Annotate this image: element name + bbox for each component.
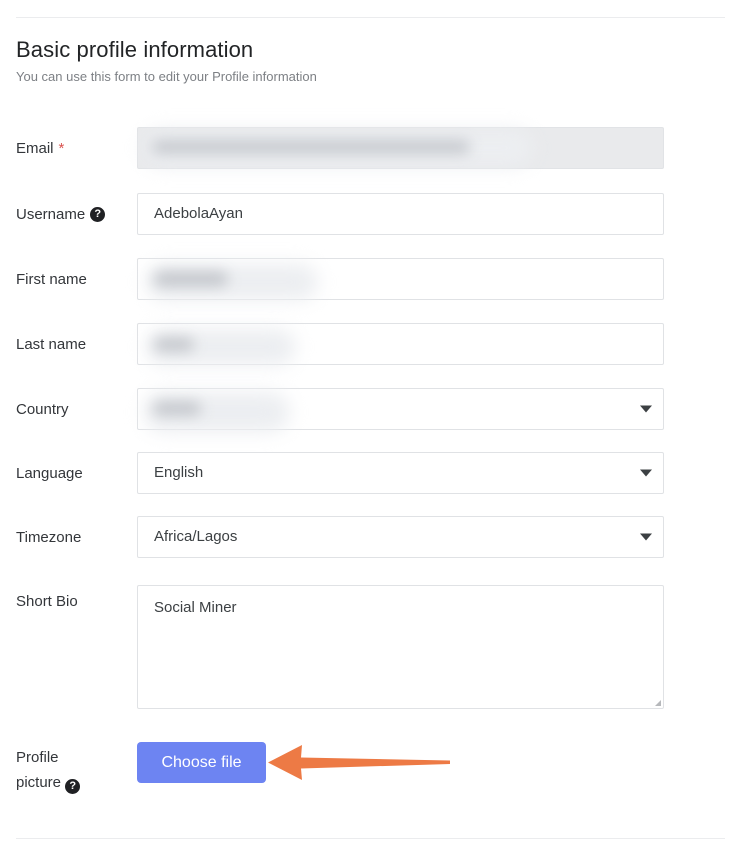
email-redacted-value <box>152 141 470 153</box>
chevron-down-icon <box>640 405 652 413</box>
label-username: Username ? <box>16 204 134 225</box>
label-email-text: Email <box>16 140 54 157</box>
label-profile-picture-line1: Profile <box>16 749 59 766</box>
label-username-text: Username <box>16 206 86 223</box>
label-short-bio-text: Short Bio <box>16 593 78 610</box>
choose-file-button[interactable]: Choose file <box>137 742 266 783</box>
label-language: Language <box>16 463 134 484</box>
label-first-name: First name <box>16 269 134 290</box>
language-select[interactable]: English <box>137 452 664 494</box>
timezone-select[interactable]: Africa/Lagos <box>137 516 664 558</box>
chevron-down-icon <box>640 469 652 477</box>
label-profile-picture: Profile picture ? <box>16 745 134 795</box>
required-asterisk: * <box>58 140 65 157</box>
label-country: Country <box>16 399 134 420</box>
resize-handle[interactable] <box>652 697 662 707</box>
page-title: Basic profile information <box>16 37 254 62</box>
label-profile-picture-line2: picture <box>16 774 62 791</box>
first-name-redacted-value <box>154 272 228 286</box>
field-row-email: Email * <box>0 127 745 169</box>
country-redacted-value <box>153 402 201 415</box>
profile-settings-page: Basic profile information You can use th… <box>0 0 745 851</box>
short-bio-value: Social Miner <box>154 599 237 616</box>
label-country-text: Country <box>16 401 69 418</box>
section-divider-bottom <box>16 838 725 839</box>
label-first-name-text: First name <box>16 271 87 288</box>
timezone-value: Africa/Lagos <box>154 528 238 545</box>
field-row-last-name: Last name <box>0 323 745 365</box>
field-row-language: Language English <box>0 452 745 494</box>
label-timezone-text: Timezone <box>16 529 82 546</box>
field-row-first-name: First name <box>0 258 745 300</box>
field-row-country: Country <box>0 388 745 432</box>
last-name-redacted-value <box>154 338 194 351</box>
field-row-username: Username ? AdebolaAyan <box>0 193 745 235</box>
chevron-down-icon <box>640 533 652 541</box>
label-last-name: Last name <box>16 334 134 355</box>
label-timezone: Timezone <box>16 527 134 548</box>
label-short-bio: Short Bio <box>16 591 134 612</box>
section-divider-top <box>16 17 725 18</box>
label-email: Email * <box>16 138 134 159</box>
label-language-text: Language <box>16 465 83 482</box>
help-icon[interactable]: ? <box>65 779 81 794</box>
short-bio-textarea[interactable]: Social Miner <box>137 585 664 709</box>
field-row-timezone: Timezone Africa/Lagos <box>0 516 745 558</box>
help-icon[interactable]: ? <box>90 207 106 222</box>
page-description: You can use this form to edit your Profi… <box>16 69 317 84</box>
language-value: English <box>154 464 204 481</box>
label-last-name-text: Last name <box>16 336 87 353</box>
field-row-short-bio: Short Bio Social Miner <box>0 585 745 709</box>
field-row-profile-picture: Profile picture ? Choose file <box>0 742 745 795</box>
username-field[interactable]: AdebolaAyan <box>137 193 664 235</box>
username-value: AdebolaAyan <box>154 205 243 222</box>
